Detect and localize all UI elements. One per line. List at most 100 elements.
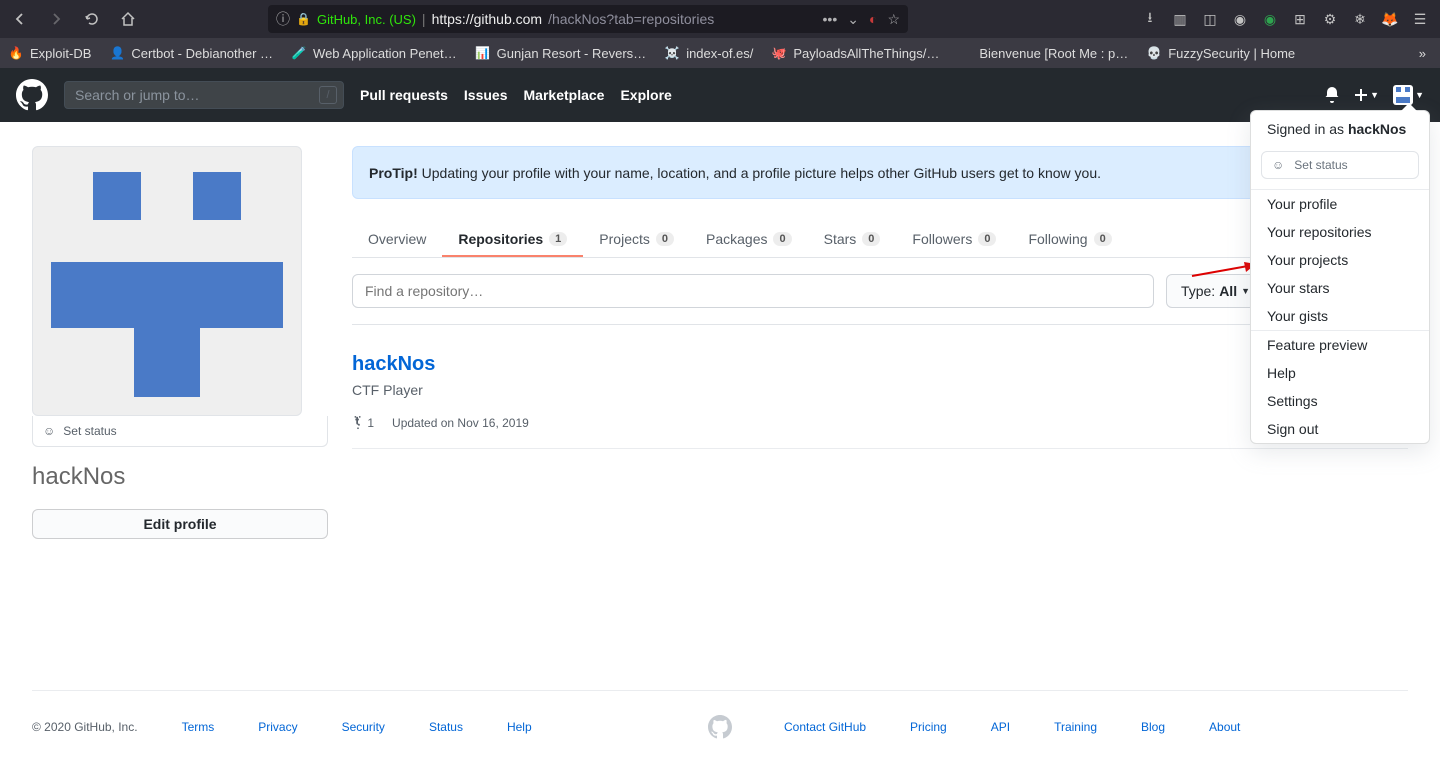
tab-overview[interactable]: Overview bbox=[352, 223, 442, 257]
noscript-icon[interactable]: ◐ bbox=[869, 11, 877, 27]
tab-label: Projects bbox=[599, 231, 650, 247]
nav-link[interactable]: Issues bbox=[464, 87, 508, 103]
footer-link[interactable]: Privacy bbox=[258, 720, 297, 734]
tab-following[interactable]: Following0 bbox=[1012, 223, 1127, 257]
favicon-icon: 🔥 bbox=[8, 45, 24, 61]
hamburger-icon[interactable]: ☰ bbox=[1412, 11, 1428, 27]
github-search-input[interactable]: Search or jump to… / bbox=[64, 81, 344, 109]
smiley-icon: ☺ bbox=[43, 424, 55, 438]
dropdown-item[interactable]: Your gists bbox=[1251, 302, 1429, 330]
home-button[interactable] bbox=[114, 5, 142, 33]
nav-link[interactable]: Pull requests bbox=[360, 87, 448, 103]
library-icon[interactable]: ▥ bbox=[1172, 11, 1188, 27]
nav-link[interactable]: Explore bbox=[620, 87, 671, 103]
github-logo-icon[interactable] bbox=[16, 79, 48, 111]
bookmark-label: Gunjan Resort - Revers… bbox=[497, 46, 647, 61]
nav-link[interactable]: Marketplace bbox=[524, 87, 605, 103]
tab-stars[interactable]: Stars0 bbox=[808, 223, 897, 257]
favicon-icon bbox=[957, 45, 973, 61]
ext6-icon[interactable]: 🦊 bbox=[1382, 11, 1398, 27]
edit-profile-button[interactable]: Edit profile bbox=[32, 509, 328, 539]
meatball-icon[interactable]: ••• bbox=[823, 11, 838, 27]
user-menu-button[interactable]: ▼ bbox=[1393, 85, 1424, 105]
tab-projects[interactable]: Projects0 bbox=[583, 223, 690, 257]
footer-link[interactable]: API bbox=[991, 720, 1010, 734]
username: hackNos bbox=[32, 463, 328, 491]
dropdown-item[interactable]: Your projects bbox=[1251, 246, 1429, 274]
bookmark-label: Bienvenue [Root Me : p… bbox=[979, 46, 1128, 61]
dropdown-item[interactable]: Sign out bbox=[1251, 415, 1429, 443]
annotation-arrow bbox=[1190, 262, 1256, 278]
tab-repositories[interactable]: Repositories1 bbox=[442, 223, 583, 257]
type-filter-label: Type: bbox=[1181, 283, 1215, 299]
dropdown-item[interactable]: Your profile bbox=[1251, 190, 1429, 218]
favicon-icon: ☠️ bbox=[664, 45, 680, 61]
bookmark-label: PayloadsAllTheThings/… bbox=[793, 46, 939, 61]
bookmark-item[interactable]: 🐙PayloadsAllTheThings/… bbox=[771, 45, 939, 61]
tab-label: Followers bbox=[912, 231, 972, 247]
github-nav: Pull requests Issues Marketplace Explore bbox=[360, 87, 672, 103]
ext3-icon[interactable]: ⊞ bbox=[1292, 11, 1308, 27]
footer-link[interactable]: Pricing bbox=[910, 720, 947, 734]
downloads-icon[interactable]: ⭳ bbox=[1142, 11, 1158, 27]
dropdown-item[interactable]: Help bbox=[1251, 359, 1429, 387]
dropdown-item[interactable]: Your stars bbox=[1251, 274, 1429, 302]
bookmark-label: FuzzySecurity | Home bbox=[1168, 46, 1295, 61]
url-path: /hackNos?tab=repositories bbox=[548, 11, 714, 27]
footer-link[interactable]: Terms bbox=[182, 720, 215, 734]
set-status-button[interactable]: ☺ Set status bbox=[32, 416, 328, 447]
footer-link[interactable]: Contact GitHub bbox=[784, 720, 866, 734]
bookmark-item[interactable]: 👤Certbot - Debianother … bbox=[109, 45, 273, 61]
add-menu-button[interactable]: ▼ bbox=[1354, 88, 1379, 102]
bookmark-item[interactable]: 📊 Gunjan Resort - Revers… bbox=[475, 45, 647, 61]
ext4-icon[interactable]: ⚙ bbox=[1322, 11, 1338, 27]
info-icon[interactable]: ⓘ bbox=[276, 9, 290, 29]
profile-sidebar: ☺ Set status hackNos Edit profile bbox=[32, 146, 328, 642]
tab-followers[interactable]: Followers0 bbox=[896, 223, 1012, 257]
protip-label: ProTip! bbox=[369, 165, 418, 181]
lock-icon[interactable]: 🔒 bbox=[296, 12, 311, 26]
bookmark-item[interactable]: 🔥 Exploit-DB bbox=[8, 45, 91, 61]
tab-packages[interactable]: Packages0 bbox=[690, 223, 808, 257]
smiley-icon: ☺ bbox=[1272, 158, 1284, 172]
star-icon[interactable]: ☆ bbox=[887, 11, 900, 28]
bookmark-item[interactable]: Bienvenue [Root Me : p… bbox=[957, 45, 1128, 61]
forks-count[interactable]: 1 bbox=[352, 416, 374, 430]
url-bar[interactable]: ⓘ 🔒 GitHub, Inc. (US) | https://github.c… bbox=[268, 5, 908, 33]
github-footer-logo-icon[interactable] bbox=[708, 715, 732, 739]
bookmark-item[interactable]: 💀FuzzySecurity | Home bbox=[1146, 45, 1295, 61]
reload-button[interactable] bbox=[78, 5, 106, 33]
footer-link[interactable]: Help bbox=[507, 720, 532, 734]
notifications-icon[interactable] bbox=[1324, 87, 1340, 103]
repo-search-input[interactable] bbox=[352, 274, 1154, 308]
bookmark-label: Exploit-DB bbox=[30, 46, 91, 61]
ext5-icon[interactable]: ❄ bbox=[1352, 11, 1368, 27]
tab-counter: 0 bbox=[773, 232, 791, 246]
type-filter-value: All bbox=[1219, 283, 1237, 299]
pocket-icon[interactable]: ⌄ bbox=[847, 11, 859, 28]
favicon-icon: 📊 bbox=[475, 45, 491, 61]
ext2-icon[interactable]: ◉ bbox=[1262, 11, 1278, 27]
bookmarks-overflow-button[interactable]: » bbox=[1413, 46, 1432, 61]
sidebar-icon[interactable]: ◫ bbox=[1202, 11, 1218, 27]
bookmark-item[interactable]: ☠️index-of.es/ bbox=[664, 45, 753, 61]
dropdown-set-status[interactable]: ☺ Set status bbox=[1261, 151, 1419, 179]
avatar[interactable] bbox=[32, 146, 302, 416]
dropdown-item[interactable]: Settings bbox=[1251, 387, 1429, 415]
bookmark-item[interactable]: 🧪Web Application Penet… bbox=[291, 45, 457, 61]
dropdown-item[interactable]: Feature preview bbox=[1251, 331, 1429, 359]
footer-link[interactable]: Blog bbox=[1141, 720, 1165, 734]
back-button[interactable] bbox=[6, 5, 34, 33]
bookmarks-bar: 🔥 Exploit-DB 👤Certbot - Debianother … 🧪Web … bbox=[0, 38, 1440, 68]
dropdown-item[interactable]: Your repositories bbox=[1251, 218, 1429, 246]
footer-link[interactable]: Status bbox=[429, 720, 463, 734]
user-dropdown-menu: Signed in as hackNos ☺ Set status Your p… bbox=[1250, 110, 1430, 444]
footer-link[interactable]: Training bbox=[1054, 720, 1097, 734]
dropdown-status-label: Set status bbox=[1294, 158, 1347, 172]
ext1-icon[interactable]: ◉ bbox=[1232, 11, 1248, 27]
slash-key-icon: / bbox=[319, 86, 337, 104]
url-site: GitHub, Inc. (US) bbox=[317, 12, 416, 27]
tab-counter: 0 bbox=[862, 232, 880, 246]
footer-link[interactable]: About bbox=[1209, 720, 1240, 734]
footer-link[interactable]: Security bbox=[342, 720, 385, 734]
